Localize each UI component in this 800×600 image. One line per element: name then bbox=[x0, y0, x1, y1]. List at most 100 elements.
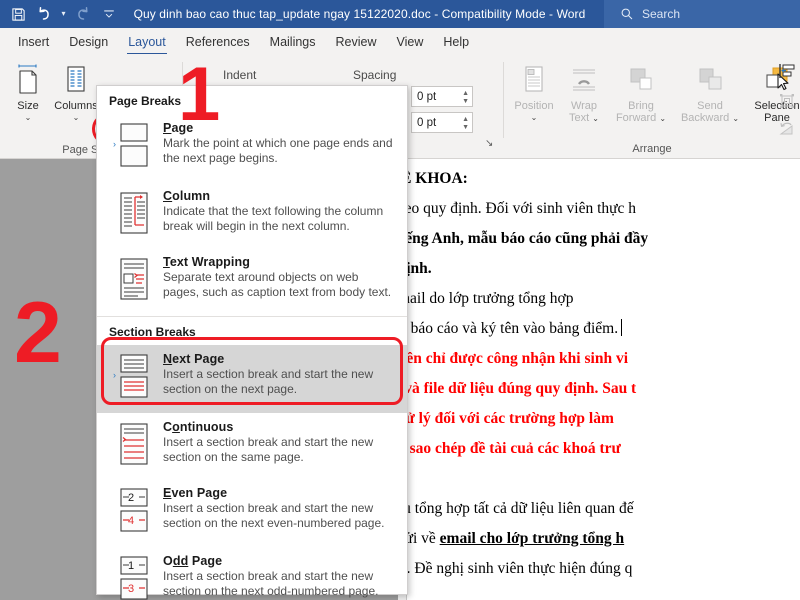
svg-text:4: 4 bbox=[128, 515, 134, 527]
svg-text:›: › bbox=[113, 139, 116, 149]
spacing-before-input[interactable]: 0 pt ▲▼ bbox=[411, 86, 473, 107]
spacing-after-value: 0 pt bbox=[417, 117, 436, 129]
document-page[interactable]: Ă VIÊN NỘP VỀ KHOA: o cáo nội dung theo … bbox=[406, 159, 800, 600]
title-bar: ▾ Quy dinh bao cao thuc tap_update ngay … bbox=[0, 0, 800, 28]
annotation-number-2: 2 bbox=[14, 290, 62, 376]
text-wrapping-break-icon bbox=[111, 255, 151, 307]
position-chevron-down-icon[interactable]: ⌄ bbox=[506, 112, 562, 123]
menu-item-even-page-title: Even Page bbox=[163, 486, 397, 500]
breaks-dropdown-menu[interactable]: Page Breaks › Page Mark the point at whi… bbox=[96, 85, 408, 595]
tab-review[interactable]: Review bbox=[326, 28, 387, 56]
group-objects-button[interactable] bbox=[778, 92, 796, 115]
send-backward-chevron-down-icon[interactable]: ⌄ bbox=[732, 114, 739, 123]
undo-dropdown-icon[interactable]: ▾ bbox=[58, 2, 69, 26]
search-icon bbox=[620, 7, 634, 21]
menu-item-text-wrapping[interactable]: Text Wrapping Separate text around objec… bbox=[97, 248, 407, 314]
document-title: Quy dinh bao cao thuc tap_update ngay 15… bbox=[121, 7, 604, 21]
wrap-text-label-line1: Wrap bbox=[556, 100, 612, 112]
position-button-label: Position bbox=[506, 100, 562, 112]
even-page-break-icon: 2 4 bbox=[111, 486, 151, 540]
indent-column-header: Indent bbox=[223, 68, 256, 82]
send-backward-button[interactable]: Send Backward ⌄ bbox=[674, 60, 746, 124]
odd-page-break-icon: 1 3 bbox=[111, 554, 151, 600]
wrap-text-label-line2-text: Text bbox=[569, 112, 589, 124]
menu-item-column-title: Column bbox=[163, 189, 397, 203]
ribbon-tab-strip: Insert Design Layout References Mailings… bbox=[0, 28, 800, 56]
bring-forward-label-line2: Forward ⌄ bbox=[608, 112, 674, 124]
menu-item-column[interactable]: Column Indicate that the text following … bbox=[97, 182, 407, 248]
tab-layout[interactable]: Layout bbox=[118, 28, 176, 56]
menu-item-column-desc: Indicate that the text following the col… bbox=[163, 204, 397, 234]
menu-item-even-page[interactable]: 2 4 Even Page Insert a section break and… bbox=[97, 479, 407, 547]
arrange-group-label: Arrange bbox=[504, 143, 800, 155]
menu-item-continuous[interactable]: Continuous Insert a section break and st… bbox=[97, 413, 407, 479]
menu-heading-page-breaks: Page Breaks bbox=[97, 86, 407, 114]
spacing-before-value: 0 pt bbox=[417, 91, 436, 103]
doc-line-13-emphasis: email cho lớp trưởng tổng h bbox=[440, 530, 625, 547]
menu-item-text-wrapping-title: Text Wrapping bbox=[163, 255, 397, 269]
spacing-before-stepper[interactable]: ▲▼ bbox=[462, 88, 469, 107]
menu-item-even-page-desc: Insert a section break and start the new… bbox=[163, 501, 397, 531]
bring-forward-chevron-down-icon[interactable]: ⌄ bbox=[659, 114, 666, 123]
send-backward-label-line2: Backward ⌄ bbox=[674, 112, 746, 124]
bring-forward-label-line2-text: Forward bbox=[616, 112, 656, 124]
menu-item-odd-page-title: Odd Page bbox=[163, 554, 397, 568]
rotate-objects-icon bbox=[778, 125, 796, 142]
menu-item-page[interactable]: › Page Mark the point at which one page … bbox=[97, 114, 407, 182]
menu-item-next-page[interactable]: › Next Page Insert a section break and s… bbox=[97, 345, 407, 413]
align-objects-icon bbox=[778, 67, 796, 84]
bring-forward-icon bbox=[608, 60, 674, 100]
menu-item-continuous-title: Continuous bbox=[163, 420, 397, 434]
undo-icon[interactable] bbox=[32, 2, 56, 26]
wrap-text-chevron-down-icon[interactable]: ⌄ bbox=[592, 114, 599, 123]
menu-heading-section-breaks: Section Breaks bbox=[97, 317, 407, 345]
menu-item-next-page-desc: Insert a section break and start the new… bbox=[163, 367, 397, 397]
wrap-text-button[interactable]: Wrap Text ⌄ bbox=[556, 60, 612, 124]
rotate-objects-button[interactable] bbox=[778, 120, 796, 143]
continuous-break-icon bbox=[111, 420, 151, 472]
search-box[interactable] bbox=[604, 0, 800, 28]
svg-text:3: 3 bbox=[128, 583, 134, 595]
tab-help[interactable]: Help bbox=[433, 28, 479, 56]
send-backward-label-line2-text: Backward bbox=[681, 112, 729, 124]
svg-text:1: 1 bbox=[128, 560, 134, 572]
menu-item-text-wrapping-desc: Separate text around objects on web page… bbox=[163, 270, 397, 300]
svg-text:2: 2 bbox=[128, 492, 134, 504]
annotation-number-1: 1 bbox=[178, 57, 220, 133]
spacing-after-stepper[interactable]: ▲▼ bbox=[462, 114, 469, 133]
word-application-window: ▾ Quy dinh bao cao thuc tap_update ngay … bbox=[0, 0, 800, 600]
column-break-icon bbox=[111, 189, 151, 241]
tab-view[interactable]: View bbox=[387, 28, 434, 56]
menu-item-page-desc: Mark the point at which one page ends an… bbox=[163, 136, 397, 166]
menu-item-odd-page-desc: Insert a section break and start the new… bbox=[163, 569, 397, 599]
svg-text:›: › bbox=[113, 370, 116, 380]
menu-item-odd-page[interactable]: 1 3 Odd Page Insert a section break and … bbox=[97, 547, 407, 600]
bring-forward-label-line1: Bring bbox=[608, 100, 674, 112]
wrap-text-label-line2: Text ⌄ bbox=[556, 112, 612, 124]
bring-forward-button[interactable]: Bring Forward ⌄ bbox=[608, 60, 674, 124]
save-icon[interactable] bbox=[6, 2, 30, 26]
menu-item-next-page-title: Next Page bbox=[163, 352, 397, 366]
send-backward-label-line1: Send bbox=[674, 100, 746, 112]
text-cursor bbox=[621, 319, 622, 336]
redo-icon[interactable] bbox=[71, 2, 95, 26]
group-objects-icon bbox=[778, 97, 796, 114]
send-backward-icon bbox=[674, 60, 746, 100]
next-page-break-icon: › bbox=[111, 352, 151, 406]
search-input[interactable] bbox=[642, 7, 782, 21]
page-break-icon: › bbox=[111, 121, 151, 175]
spacing-after-input[interactable]: 0 pt ▲▼ bbox=[411, 112, 473, 133]
quick-access-toolbar: ▾ bbox=[0, 0, 121, 28]
wrap-text-icon bbox=[556, 60, 612, 100]
position-button[interactable]: Position ⌄ bbox=[506, 60, 562, 123]
tab-insert[interactable]: Insert bbox=[8, 28, 59, 56]
tab-mailings[interactable]: Mailings bbox=[260, 28, 326, 56]
paragraph-dialog-launcher[interactable]: ↘ bbox=[485, 138, 493, 149]
doc-line-14-plain: . Đề nghị sinh viên thực hiện đúng q bbox=[407, 560, 633, 577]
position-icon bbox=[506, 60, 562, 100]
customize-qat-icon[interactable] bbox=[97, 2, 121, 26]
spacing-column-header: Spacing bbox=[353, 68, 396, 82]
tab-design[interactable]: Design bbox=[59, 28, 118, 56]
menu-item-continuous-desc: Insert a section break and start the new… bbox=[163, 435, 397, 465]
align-objects-button[interactable] bbox=[778, 62, 796, 85]
